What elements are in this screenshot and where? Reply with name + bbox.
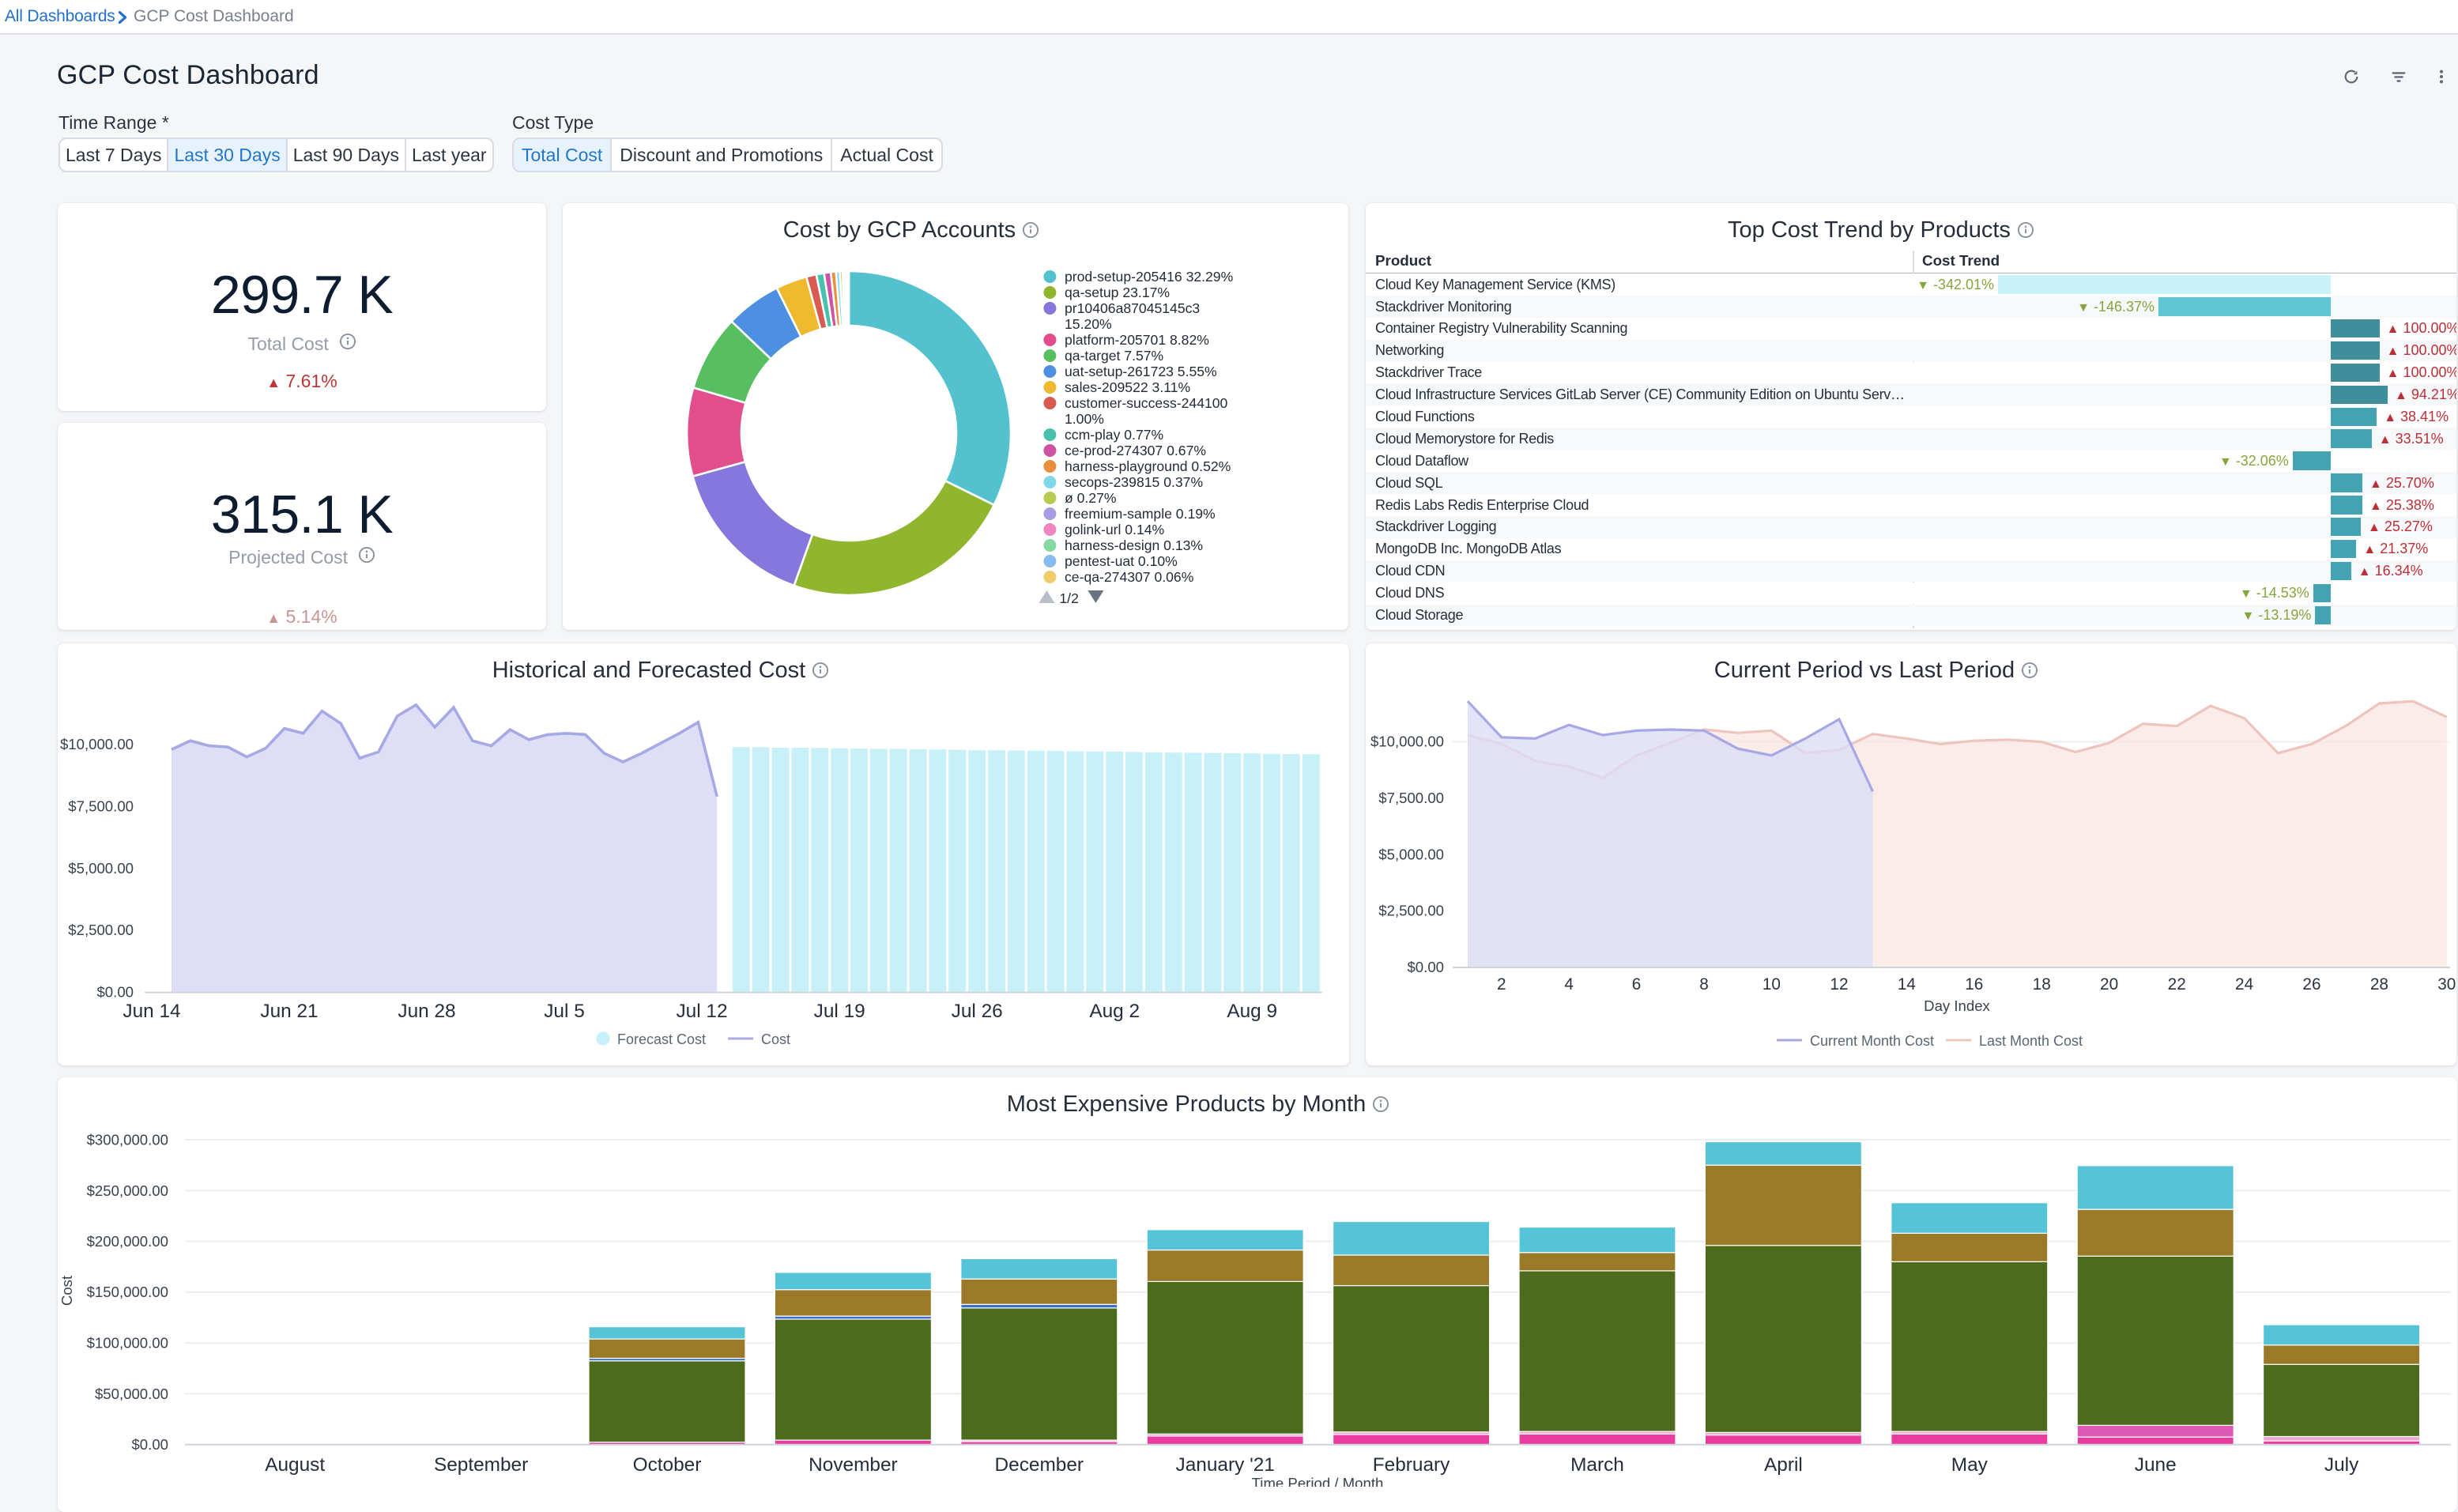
svg-text:Cost: Cost <box>58 1275 75 1306</box>
svg-text:qa-setup 23.17%: qa-setup 23.17% <box>1065 285 1170 300</box>
svg-text:18: 18 <box>2033 975 2051 994</box>
svg-text:July: July <box>2324 1454 2359 1476</box>
svg-text:Jun 21: Jun 21 <box>260 1001 318 1022</box>
svg-text:Time Period / Month: Time Period / Month <box>1252 1475 1384 1487</box>
svg-text:$150,000.00: $150,000.00 <box>87 1284 168 1300</box>
svg-text:uat-setup-261723 5.55%: uat-setup-261723 5.55% <box>1065 364 1217 379</box>
svg-text:16: 16 <box>1965 975 1983 994</box>
svg-text:$0.00: $0.00 <box>131 1436 168 1453</box>
svg-text:20: 20 <box>2100 975 2118 994</box>
svg-text:December: December <box>995 1454 1084 1476</box>
svg-text:$7,500.00: $7,500.00 <box>1378 790 1444 806</box>
svg-text:qa-target 7.57%: qa-target 7.57% <box>1065 348 1164 364</box>
svg-text:Jun 14: Jun 14 <box>123 1001 180 1022</box>
svg-text:March: March <box>1570 1454 1624 1476</box>
svg-text:$200,000.00: $200,000.00 <box>87 1233 168 1250</box>
svg-text:ce-prod-274307 0.67%: ce-prod-274307 0.67% <box>1065 443 1206 458</box>
svg-text:28: 28 <box>2370 975 2388 994</box>
svg-text:ce-qa-274307 0.06%: ce-qa-274307 0.06% <box>1065 569 1194 585</box>
svg-text:6: 6 <box>1632 975 1642 994</box>
svg-text:$0.00: $0.00 <box>96 984 134 1001</box>
svg-text:Forecast Cost: Forecast Cost <box>617 1031 706 1047</box>
svg-text:8: 8 <box>1699 975 1709 994</box>
svg-text:$0.00: $0.00 <box>1407 959 1444 975</box>
svg-text:sales-209522 3.11%: sales-209522 3.11% <box>1065 379 1190 395</box>
svg-text:Jun 28: Jun 28 <box>398 1001 455 1022</box>
svg-text:$100,000.00: $100,000.00 <box>87 1335 168 1352</box>
svg-text:platform-205701 8.82%: platform-205701 8.82% <box>1065 332 1209 348</box>
svg-text:April: April <box>1764 1454 1803 1476</box>
svg-text:ccm-play 0.77%: ccm-play 0.77% <box>1065 427 1164 443</box>
svg-text:May: May <box>1951 1454 1989 1476</box>
svg-text:10: 10 <box>1762 975 1781 994</box>
svg-text:30: 30 <box>2437 975 2456 994</box>
svg-text:Last Month Cost: Last Month Cost <box>1979 1033 2083 1049</box>
svg-text:$250,000.00: $250,000.00 <box>87 1182 168 1199</box>
svg-text:Jul 5: Jul 5 <box>544 1001 585 1022</box>
svg-text:harness-playground 0.52%: harness-playground 0.52% <box>1065 458 1231 474</box>
svg-text:Current Month Cost: Current Month Cost <box>1810 1033 1934 1049</box>
svg-text:pentest-uat 0.10%: pentest-uat 0.10% <box>1065 553 1178 569</box>
svg-text:prod-setup-205416 32.29%: prod-setup-205416 32.29% <box>1065 269 1234 285</box>
svg-text:4: 4 <box>1564 975 1574 994</box>
svg-text:November: November <box>809 1454 898 1476</box>
svg-text:Aug 2: Aug 2 <box>1089 1001 1140 1022</box>
svg-text:February: February <box>1373 1454 1450 1476</box>
svg-text:$10,000.00: $10,000.00 <box>1370 733 1444 750</box>
svg-text:June: June <box>2135 1454 2177 1476</box>
svg-text:$7,500.00: $7,500.00 <box>68 797 134 814</box>
svg-text:Jul 19: Jul 19 <box>814 1001 865 1022</box>
svg-text:1/2: 1/2 <box>1059 590 1078 606</box>
svg-text:Aug 9: Aug 9 <box>1227 1001 1277 1022</box>
svg-text:22: 22 <box>2168 975 2186 994</box>
svg-text:$2,500.00: $2,500.00 <box>68 922 134 938</box>
svg-text:24: 24 <box>2235 975 2253 994</box>
svg-text:freemium-sample 0.19%: freemium-sample 0.19% <box>1065 506 1216 522</box>
svg-text:14: 14 <box>1898 975 1916 994</box>
svg-text:September: September <box>434 1454 528 1476</box>
svg-text:October: October <box>633 1454 702 1476</box>
svg-text:12: 12 <box>1830 975 1848 994</box>
svg-text:$50,000.00: $50,000.00 <box>95 1386 168 1402</box>
svg-text:Day Index: Day Index <box>1924 997 1990 1014</box>
svg-text:harness-design 0.13%: harness-design 0.13% <box>1065 537 1203 553</box>
svg-text:golink-url 0.14%: golink-url 0.14% <box>1065 522 1165 537</box>
svg-text:ø 0.27%: ø 0.27% <box>1065 490 1117 506</box>
svg-text:1.00%: 1.00% <box>1065 411 1104 427</box>
svg-text:$5,000.00: $5,000.00 <box>68 860 134 877</box>
svg-text:15.20%: 15.20% <box>1065 316 1112 332</box>
svg-text:secops-239815 0.37%: secops-239815 0.37% <box>1065 474 1203 490</box>
svg-text:$5,000.00: $5,000.00 <box>1378 846 1444 862</box>
svg-text:$2,500.00: $2,500.00 <box>1378 903 1444 919</box>
svg-text:$10,000.00: $10,000.00 <box>60 736 134 752</box>
svg-text:August: August <box>265 1454 325 1476</box>
svg-text:Jul 26: Jul 26 <box>952 1001 1003 1022</box>
svg-text:26: 26 <box>2302 975 2320 994</box>
svg-text:$300,000.00: $300,000.00 <box>87 1131 168 1148</box>
svg-text:customer-success-244100: customer-success-244100 <box>1065 395 1228 411</box>
svg-text:2: 2 <box>1497 975 1506 994</box>
svg-text:pr10406a87045145c3: pr10406a87045145c3 <box>1065 300 1200 316</box>
svg-text:Cost: Cost <box>761 1031 790 1047</box>
svg-text:Jul 12: Jul 12 <box>676 1001 727 1022</box>
svg-text:January '21: January '21 <box>1176 1454 1275 1476</box>
